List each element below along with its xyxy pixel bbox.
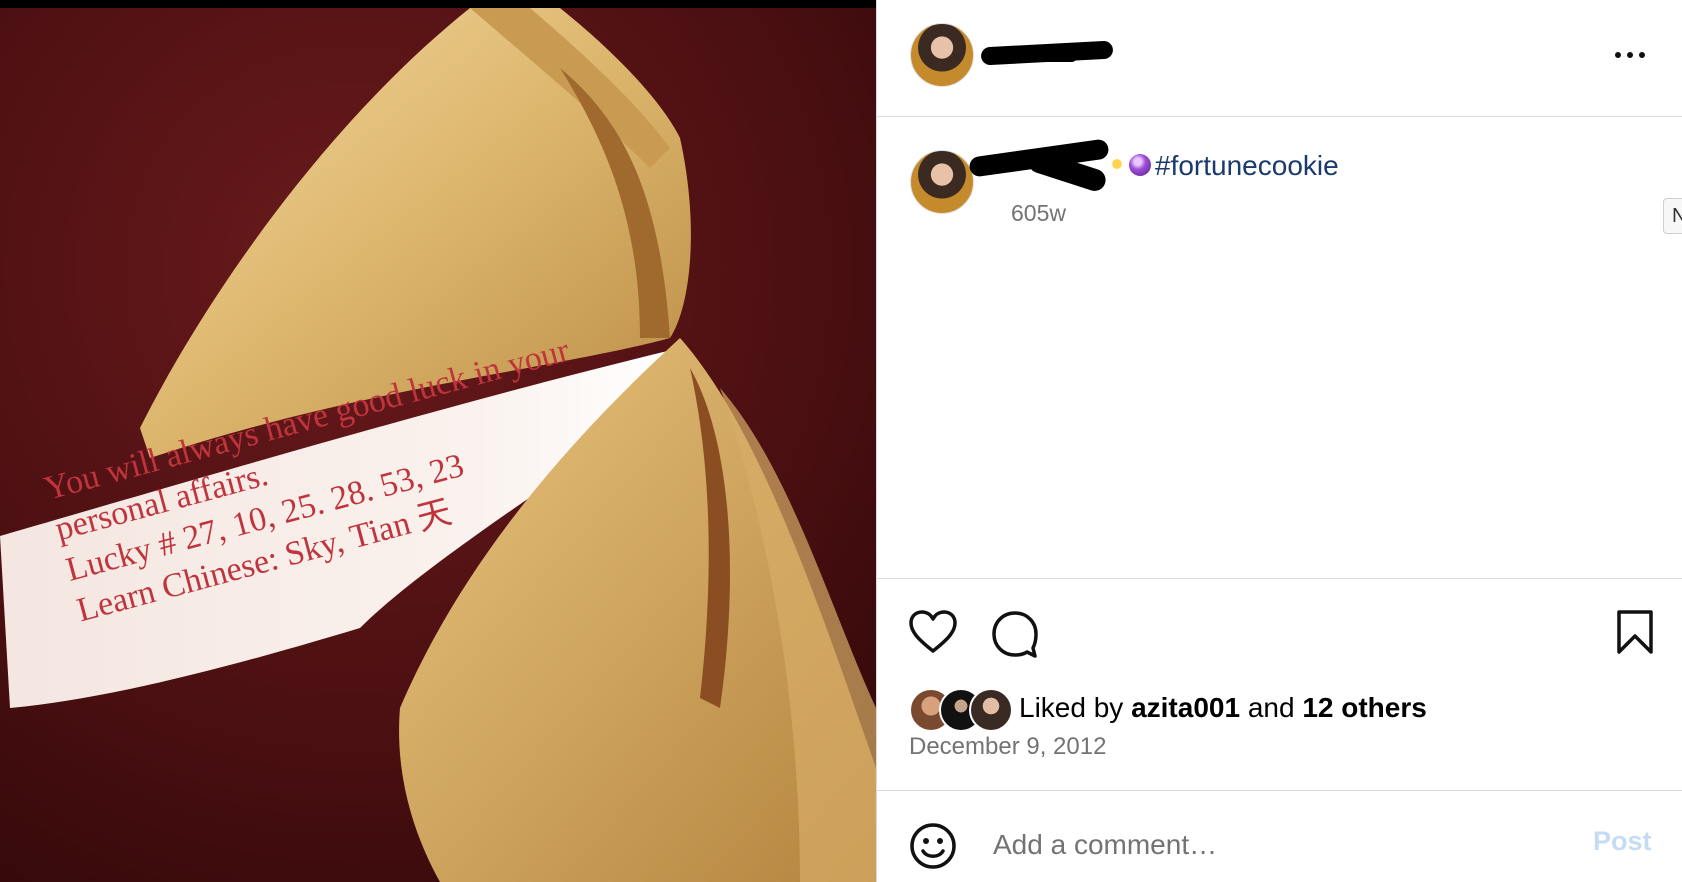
crystal-ball-emoji-icon: [1129, 154, 1151, 176]
photo-top-border: [0, 0, 876, 8]
caption-author-avatar[interactable]: [910, 150, 974, 214]
liked-by-and: and: [1247, 692, 1295, 723]
more-horizontal-icon[interactable]: [1612, 48, 1648, 62]
liked-by-prefix: Liked by: [1019, 692, 1124, 723]
dot: [1639, 52, 1645, 58]
liker-avatar: [969, 688, 1013, 732]
liked-by-user-link[interactable]: azita001: [1131, 692, 1240, 723]
caption-time-ago: 605w: [1011, 200, 1066, 226]
liked-by-avatars[interactable]: [909, 688, 1013, 732]
bookmark-icon[interactable]: [1615, 610, 1655, 659]
comment-divider: [877, 790, 1682, 791]
comment-input[interactable]: [991, 824, 1515, 866]
liked-by-text: Liked by azita001 and 12 others: [1019, 692, 1427, 724]
header-divider: [877, 116, 1682, 117]
dot: [1627, 52, 1633, 58]
liked-by-others-link[interactable]: 12 others: [1302, 692, 1427, 723]
post-date[interactable]: December 9, 2012: [909, 733, 1106, 761]
redacted-username-scribble: [987, 52, 1077, 62]
emoji-icon[interactable]: [909, 822, 957, 875]
heart-icon[interactable]: [909, 610, 957, 659]
actions-divider: [877, 578, 1682, 579]
edge-tab[interactable]: N: [1663, 198, 1682, 234]
hashtag-link[interactable]: #fortunecookie: [1155, 150, 1339, 182]
author-avatar[interactable]: [910, 23, 974, 87]
post-comment-button[interactable]: Post: [1593, 826, 1652, 857]
post-photo[interactable]: You will always have good luck in your p…: [0, 0, 876, 882]
sparkle-emoji-icon: [1109, 156, 1125, 172]
comment-icon[interactable]: [991, 610, 1039, 663]
dot: [1615, 52, 1621, 58]
post-details-panel: #fortunecookie 605w N Liked by azita001 …: [876, 0, 1682, 882]
